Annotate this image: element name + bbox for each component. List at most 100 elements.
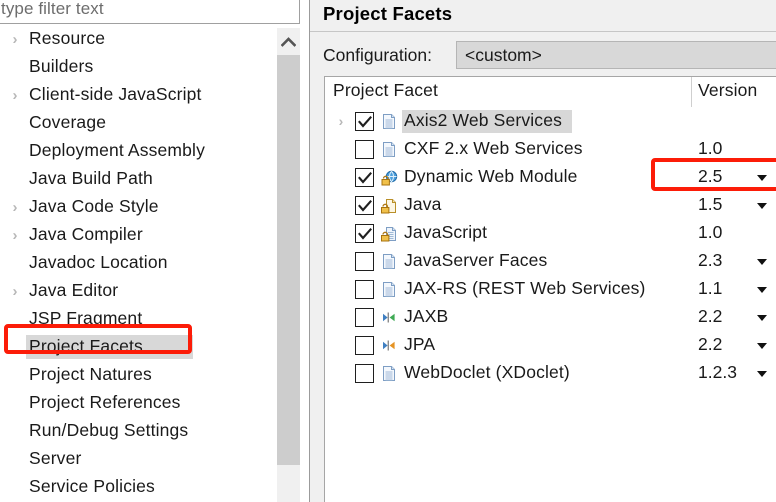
check-icon [358, 172, 372, 184]
facet-checkbox[interactable] [355, 168, 374, 187]
facet-name: JAXB [404, 306, 449, 326]
chevron-right-icon[interactable]: › [4, 88, 26, 103]
table-row[interactable]: › Axis2 Web Services [325, 107, 776, 135]
table-row[interactable]: CXF 2.x Web Services 1.0 [325, 135, 776, 163]
facet-version[interactable]: 1.0 [698, 222, 722, 243]
scrollbar-track[interactable] [277, 465, 300, 502]
facet-checkbox[interactable] [355, 280, 374, 299]
chevron-right-icon[interactable]: › [4, 32, 26, 47]
document-icon [383, 254, 395, 269]
version-dropdown-icon[interactable] [757, 287, 767, 293]
facet-version[interactable]: 2.3 [698, 250, 722, 271]
facet-row-list: › Axis2 Web Services CXF 2.x Web Services 1… [325, 107, 776, 387]
table-row[interactable]: JAXB 2.2 [325, 303, 776, 331]
sidebar-item-javadoc-location[interactable]: Javadoc Location [0, 249, 275, 277]
column-divider[interactable] [691, 77, 692, 107]
page-title: Project Facets [323, 3, 453, 24]
sidebar-item-label: Project Natures [29, 364, 152, 384]
filter-input[interactable]: type filter text [1, 0, 104, 19]
facet-name: WebDoclet (XDoclet) [404, 362, 570, 382]
facet-name: CXF 2.x Web Services [404, 138, 583, 158]
sidebar-item-label: Resource [29, 28, 106, 48]
sidebar-item-java-editor[interactable]: › Java Editor [0, 277, 275, 305]
sidebar-item-server[interactable]: Server [0, 445, 275, 473]
document-icon [383, 114, 395, 129]
sidebar-item-jsp-fragment[interactable]: JSP Fragment [0, 305, 275, 333]
sidebar-item-project-facets[interactable]: Project Facets [0, 333, 275, 361]
filter-text-box[interactable]: type filter text [0, 0, 300, 24]
facet-table[interactable]: Project Facet Version › Axis2 Web Service… [324, 76, 776, 502]
version-dropdown-icon[interactable] [757, 259, 767, 265]
facet-checkbox[interactable] [355, 224, 374, 243]
sidebar-item-label: Server [29, 448, 82, 468]
check-icon [358, 200, 372, 212]
sidebar-item-java-build-path[interactable]: Java Build Path [0, 165, 275, 193]
facet-table-header: Project Facet Version [325, 77, 776, 107]
sidebar-item-label: Project References [29, 392, 181, 412]
sidebar-item-java-code-style[interactable]: › Java Code Style [0, 193, 275, 221]
chevron-right-icon[interactable]: › [333, 113, 349, 129]
column-header-version[interactable]: Version [698, 80, 757, 101]
facet-name: JPA [404, 334, 436, 354]
table-row[interactable]: JPA 2.2 [325, 331, 776, 359]
facet-checkbox[interactable] [355, 364, 374, 383]
sidebar-item-builders[interactable]: Builders [0, 53, 275, 81]
facet-version[interactable]: 2.2 [698, 334, 722, 355]
facet-version[interactable]: 1.5 [698, 194, 722, 215]
sidebar-item-resource[interactable]: › Resource [0, 25, 275, 53]
configuration-label: Configuration: [323, 45, 432, 65]
version-dropdown-icon[interactable] [757, 371, 767, 377]
settings-tree[interactable]: › Resource Builders › Client-side JavaScript… [0, 25, 275, 502]
table-row[interactable]: Dynamic Web Module 2.5 [325, 163, 776, 191]
facet-checkbox[interactable] [355, 308, 374, 327]
sidebar-item-java-compiler[interactable]: › Java Compiler [0, 221, 275, 249]
jpa-arrows-icon [380, 336, 398, 355]
version-dropdown-icon[interactable] [757, 203, 767, 209]
sidebar-item-label: Java Code Style [29, 196, 159, 216]
table-row[interactable]: JavaScript 1.0 [325, 219, 776, 247]
jpa-arrows-icon [383, 340, 395, 351]
chevron-right-icon[interactable]: › [4, 284, 26, 299]
table-row[interactable]: JAX-RS (REST Web Services) 1.1 [325, 275, 776, 303]
pane-divider [300, 0, 301, 502]
sidebar-item-label: JSP Fragment [29, 308, 143, 328]
sidebar-item-client-side-javascript[interactable]: › Client-side JavaScript [0, 81, 275, 109]
facet-checkbox[interactable] [355, 336, 374, 355]
facet-checkbox[interactable] [355, 112, 374, 131]
version-dropdown-icon[interactable] [757, 343, 767, 349]
sidebar-item-service-policies[interactable]: Service Policies [0, 473, 275, 501]
scrollbar-thumb[interactable] [277, 55, 300, 465]
sidebar-item-project-references[interactable]: Project References [0, 389, 275, 417]
table-row[interactable]: Java 1.5 [325, 191, 776, 219]
facet-checkbox[interactable] [355, 140, 374, 159]
sidebar-item-project-natures[interactable]: Project Natures [0, 361, 275, 389]
chevron-right-icon[interactable]: › [4, 228, 26, 243]
facet-checkbox[interactable] [355, 252, 374, 271]
sidebar-scrollbar[interactable] [276, 28, 300, 502]
java-lock-icon [381, 199, 396, 214]
scroll-up-button[interactable] [277, 28, 300, 55]
facet-version[interactable]: 2.2 [698, 306, 722, 327]
table-row[interactable]: JavaServer Faces 2.3 [325, 247, 776, 275]
sidebar-item-run-debug-settings[interactable]: Run/Debug Settings [0, 417, 275, 445]
document-icon [380, 112, 398, 131]
version-dropdown-icon[interactable] [757, 175, 767, 181]
document-icon [383, 282, 395, 297]
chevron-right-icon[interactable]: › [4, 200, 26, 215]
facet-version[interactable]: 1.1 [698, 278, 722, 299]
column-header-facet[interactable]: Project Facet [333, 80, 438, 101]
facet-version[interactable]: 1.2.3 [698, 362, 737, 383]
facet-version[interactable]: 1.0 [698, 138, 722, 159]
facet-version[interactable]: 2.5 [698, 166, 722, 187]
script-lock-icon [381, 227, 396, 242]
configuration-dropdown[interactable]: <custom> [456, 41, 776, 69]
table-row[interactable]: WebDoclet (XDoclet) 1.2.3 [325, 359, 776, 387]
version-dropdown-icon[interactable] [757, 315, 767, 321]
sidebar-item-deployment-assembly[interactable]: Deployment Assembly [0, 137, 275, 165]
sidebar-item-label: Run/Debug Settings [29, 420, 189, 440]
sidebar-item-label: Client-side JavaScript [29, 84, 202, 104]
document-icon [380, 364, 398, 383]
facet-checkbox[interactable] [355, 196, 374, 215]
sidebar-item-coverage[interactable]: Coverage [0, 109, 275, 137]
project-facets-page: Project Facets Configuration: <custom> P… [310, 0, 776, 502]
